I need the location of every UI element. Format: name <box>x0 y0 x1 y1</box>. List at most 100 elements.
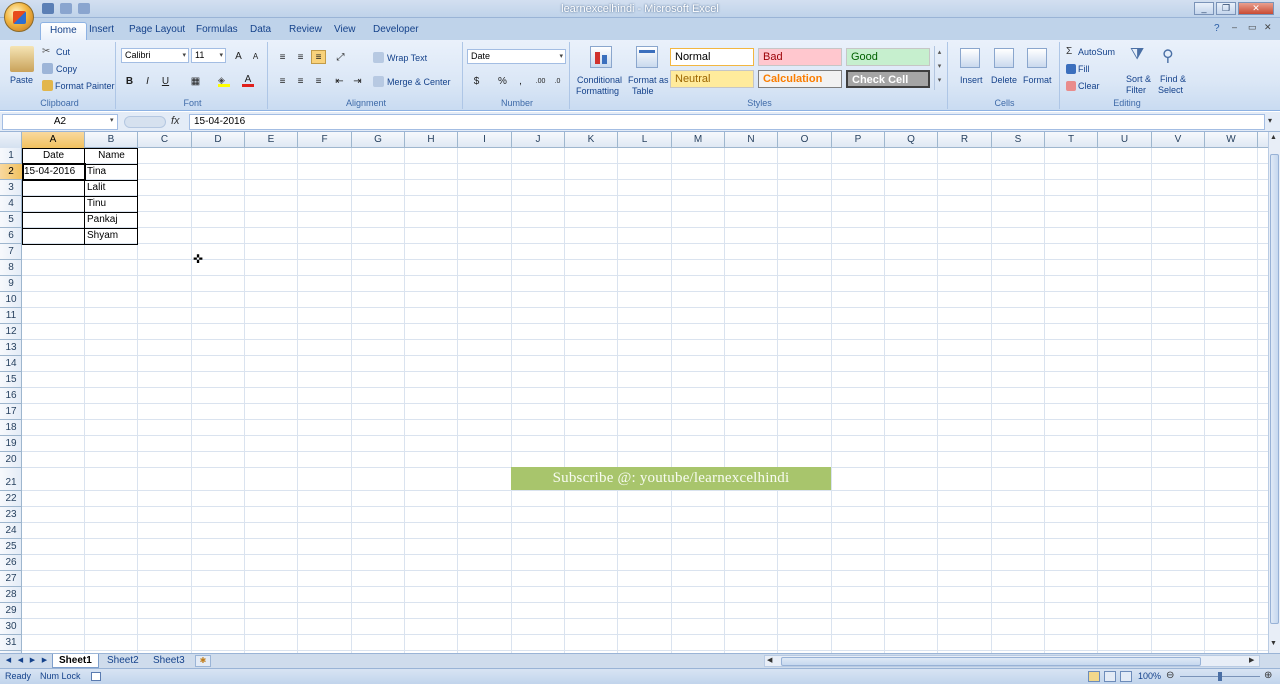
sheet-tab-sheet1[interactable]: Sheet1 <box>52 654 99 668</box>
orientation-icon[interactable]: ⤢ <box>333 50 348 64</box>
align-left-icon[interactable]: ≡ <box>275 74 290 88</box>
format-cells-button[interactable]: Format <box>1023 75 1052 85</box>
workbook-minimize-icon[interactable]: – <box>1232 22 1237 32</box>
first-sheet-icon[interactable]: ◀ <box>3 655 14 667</box>
column-header-c[interactable]: C <box>138 132 192 148</box>
number-format-dropdown[interactable]: Date ▾ <box>467 49 566 64</box>
borders-icon[interactable]: ▦ <box>188 74 203 88</box>
row-header-27[interactable]: 27 <box>0 571 22 587</box>
zoom-slider-thumb[interactable] <box>1218 672 1222 681</box>
sheet-tab-sheet3[interactable]: Sheet3 <box>147 654 191 668</box>
scroll-left-icon[interactable]: ◀ <box>767 656 772 664</box>
column-header-t[interactable]: T <box>1045 132 1098 148</box>
underline-button[interactable]: U <box>158 74 173 88</box>
column-header-o[interactable]: O <box>778 132 832 148</box>
row-header-20[interactable]: 20 <box>0 452 22 468</box>
column-header-v[interactable]: V <box>1152 132 1205 148</box>
column-header-b[interactable]: B <box>85 132 138 148</box>
name-box[interactable]: A2 <box>2 114 118 130</box>
column-header-i[interactable]: I <box>458 132 512 148</box>
fill-color-icon[interactable]: ◈ <box>218 75 230 87</box>
row-header-15[interactable]: 15 <box>0 372 22 388</box>
increase-indent-icon[interactable]: ⇥ <box>350 74 365 88</box>
shrink-font-icon[interactable]: A <box>248 49 263 63</box>
page-layout-view-icon[interactable] <box>1104 671 1116 682</box>
row-header-9[interactable]: 9 <box>0 276 22 292</box>
formula-collapse-handle[interactable] <box>124 116 166 128</box>
row-header-31[interactable]: 31 <box>0 635 22 651</box>
row-header-11[interactable]: 11 <box>0 308 22 324</box>
grow-font-icon[interactable]: A <box>231 49 246 63</box>
style-normal[interactable]: Normal <box>670 48 754 66</box>
insert-function-icon[interactable]: fx <box>171 115 180 127</box>
workbook-restore-icon[interactable]: ▭ <box>1248 22 1257 33</box>
expand-formula-bar-icon[interactable]: ▾ <box>1268 116 1272 125</box>
row-header-14[interactable]: 14 <box>0 356 22 372</box>
row-header-3[interactable]: 3 <box>0 180 22 196</box>
column-header-w[interactable]: W <box>1205 132 1258 148</box>
align-top-icon[interactable]: ≡ <box>275 50 290 64</box>
column-header-d[interactable]: D <box>192 132 245 148</box>
style-check-cell[interactable]: Check Cell <box>846 70 930 88</box>
worksheet-grid[interactable]: Date Name 15-04-2016 Tina Lalit Tinu Pan… <box>22 148 1268 653</box>
zoom-level[interactable]: 100% <box>1138 671 1161 681</box>
column-header-l[interactable]: L <box>618 132 672 148</box>
conditional-formatting-button[interactable]: Conditional <box>577 75 622 85</box>
column-header-p[interactable]: P <box>832 132 885 148</box>
row-header-19[interactable]: 19 <box>0 436 22 452</box>
align-center-icon[interactable]: ≡ <box>293 74 308 88</box>
column-header-r[interactable]: R <box>938 132 992 148</box>
merge-center-button[interactable]: Merge & Center <box>387 77 451 87</box>
column-header-s[interactable]: S <box>992 132 1045 148</box>
tab-page-layout[interactable]: Page Layout <box>120 22 194 40</box>
cut-button[interactable]: Cut <box>56 47 70 57</box>
zoom-in-icon[interactable]: ⊕ <box>1264 670 1272 681</box>
find-select-button[interactable]: Find & <box>1160 74 1186 84</box>
row-header-17[interactable]: 17 <box>0 404 22 420</box>
row-header-8[interactable]: 8 <box>0 260 22 276</box>
row-header-10[interactable]: 10 <box>0 292 22 308</box>
formula-input[interactable]: 15-04-2016 <box>189 114 1265 130</box>
row-header-28[interactable]: 28 <box>0 587 22 603</box>
increase-decimal-icon[interactable]: .00 <box>533 74 548 88</box>
row-header-4[interactable]: 4 <box>0 196 22 212</box>
maximize-button[interactable]: ❐ <box>1216 2 1236 15</box>
row-header-2[interactable]: 2 <box>0 164 22 180</box>
row-header-18[interactable]: 18 <box>0 420 22 436</box>
style-bad[interactable]: Bad <box>758 48 842 66</box>
font-size-dropdown[interactable]: 11 ▾ <box>191 48 226 63</box>
paste-icon[interactable] <box>10 46 34 72</box>
help-icon[interactable]: ? <box>1214 23 1220 34</box>
row-header-26[interactable]: 26 <box>0 555 22 571</box>
tab-view[interactable]: View <box>325 22 365 40</box>
decrease-decimal-icon[interactable]: .0 <box>550 74 565 88</box>
paste-button[interactable]: Paste <box>10 75 33 85</box>
row-header-25[interactable]: 25 <box>0 539 22 555</box>
align-right-icon[interactable]: ≡ <box>311 74 326 88</box>
horizontal-scroll-thumb[interactable] <box>781 657 1201 666</box>
workbook-close-icon[interactable]: ✕ <box>1264 22 1272 33</box>
office-button[interactable] <box>4 2 34 32</box>
bold-button[interactable]: B <box>122 74 137 88</box>
column-header-j[interactable]: J <box>512 132 565 148</box>
currency-icon[interactable]: $ <box>469 74 484 88</box>
comma-icon[interactable]: , <box>513 74 528 88</box>
column-header-k[interactable]: K <box>565 132 618 148</box>
tab-formulas[interactable]: Formulas <box>187 22 247 40</box>
row-header-5[interactable]: 5 <box>0 212 22 228</box>
vertical-scrollbar[interactable]: ▲ ▼ <box>1268 132 1280 653</box>
prev-sheet-icon[interactable]: ◀ <box>15 655 26 667</box>
row-header-12[interactable]: 12 <box>0 324 22 340</box>
close-button[interactable]: ✕ <box>1238 2 1274 15</box>
column-header-m[interactable]: M <box>672 132 725 148</box>
row-header-21[interactable]: 21 <box>0 468 22 491</box>
sheet-tab-sheet2[interactable]: Sheet2 <box>101 654 145 668</box>
last-sheet-icon[interactable]: ▶ <box>39 655 50 667</box>
italic-button[interactable]: I <box>140 74 155 88</box>
name-box-chevron-icon[interactable]: ▾ <box>110 116 114 124</box>
format-as-table-button[interactable]: Format as <box>628 75 669 85</box>
align-middle-icon[interactable]: ≡ <box>293 50 308 64</box>
normal-view-icon[interactable] <box>1088 671 1100 682</box>
font-name-dropdown[interactable]: Calibri ▾ <box>121 48 189 63</box>
row-header-29[interactable]: 29 <box>0 603 22 619</box>
